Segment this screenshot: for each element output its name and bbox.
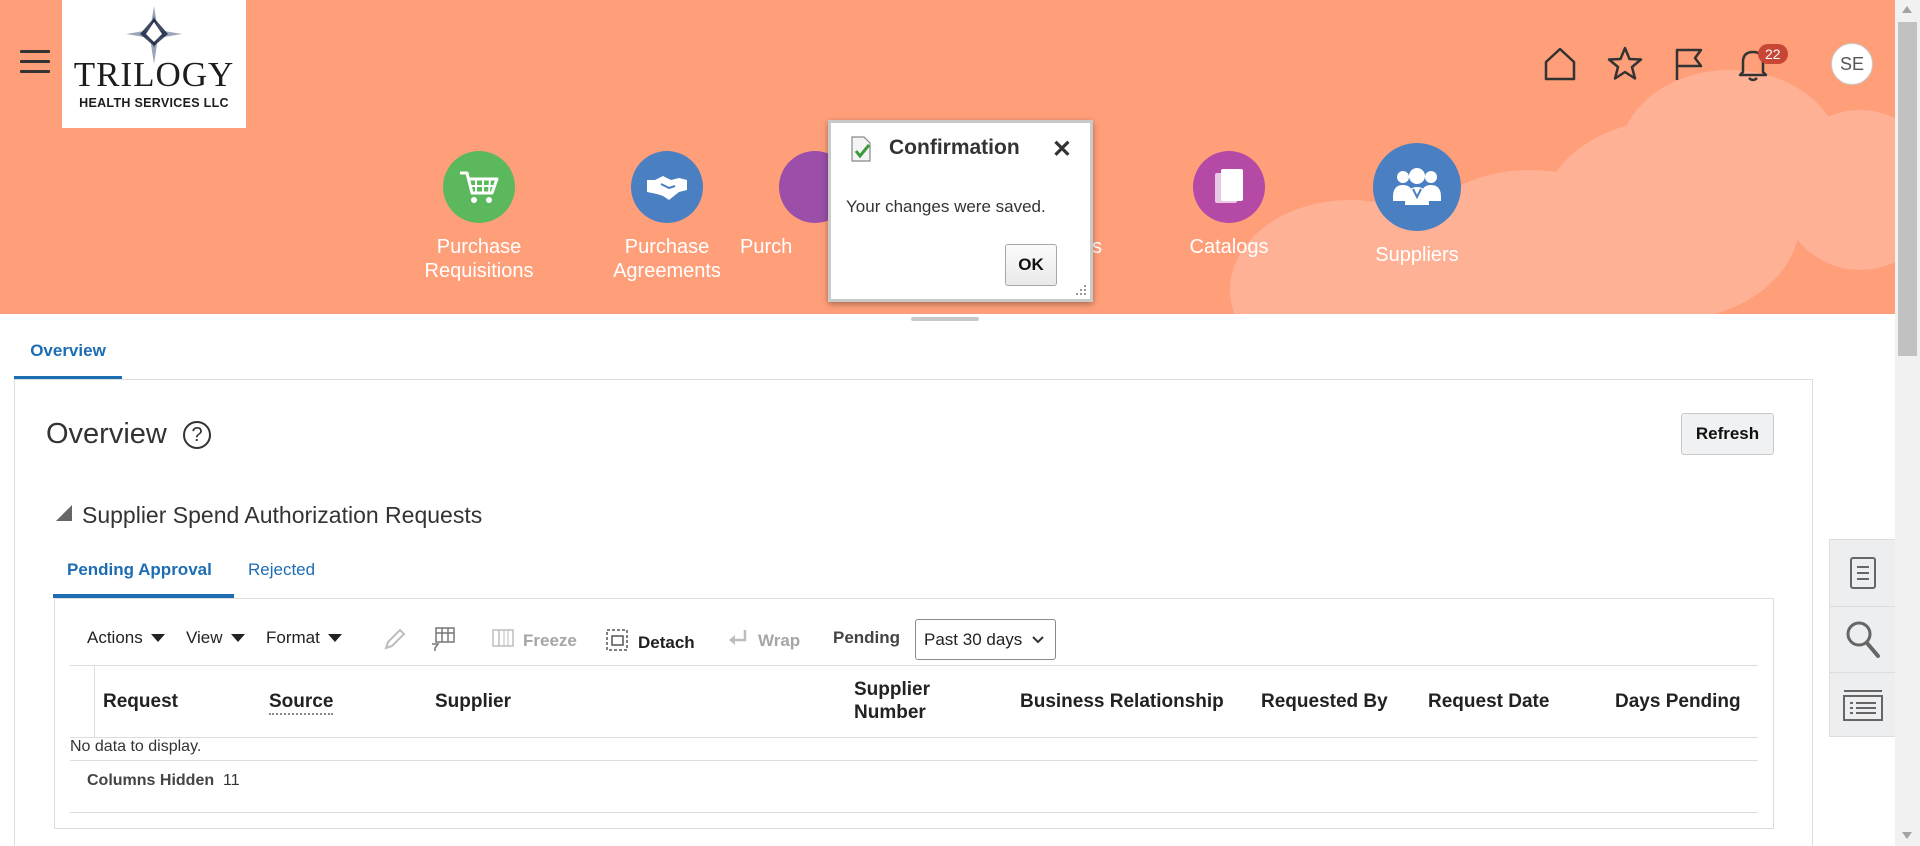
catalog-icon [1193, 151, 1265, 223]
home-icon[interactable] [1540, 44, 1580, 84]
nav-label: Purchase Requisitions [424, 236, 534, 282]
pending-filter-label: Pending [833, 628, 901, 647]
ok-button[interactable]: OK [1005, 244, 1057, 286]
column-header-supplier[interactable]: Supplier [435, 690, 511, 713]
scroll-down-icon[interactable] [1902, 832, 1912, 839]
view-label: View [186, 628, 223, 647]
nav-tile-suppliers[interactable]: Suppliers [1342, 143, 1492, 267]
side-tools-panel [1829, 539, 1896, 738]
freeze-label: Freeze [523, 630, 577, 650]
side-panel-list-button[interactable] [1830, 672, 1896, 738]
actions-label: Actions [87, 628, 143, 647]
pending-period-value: Past 30 days [924, 629, 1023, 649]
column-header-supplier-number[interactable]: Supplier Number [854, 678, 964, 724]
dropdown-triangle-icon [150, 634, 165, 642]
user-avatar[interactable]: SE [1831, 43, 1873, 85]
columns-hidden-info: Columns Hidden 11 [87, 772, 240, 790]
nav-label: Suppliers [1375, 244, 1459, 266]
panel-drag-handle[interactable] [911, 317, 979, 321]
company-logo[interactable]: TRILOGY HEALTH SERVICES LLC [62, 0, 246, 128]
dialog-message: Your changes were saved. [846, 197, 1046, 216]
page-title: Overview [46, 418, 167, 450]
table-footer-border [70, 760, 1758, 761]
format-menu[interactable]: Format [266, 628, 342, 648]
freeze-button: Freeze [492, 628, 577, 653]
table-header-top-border [70, 665, 1758, 666]
dialog-title: Confirmation [889, 136, 1020, 159]
detach-icon [605, 628, 629, 657]
table-header-bottom-border [70, 737, 1758, 738]
suppliers-icon [1373, 143, 1461, 231]
tab-overview[interactable]: Overview [14, 336, 122, 380]
column-header-business-relationship[interactable]: Business Relationship [1020, 690, 1224, 713]
dropdown-triangle-icon [230, 634, 245, 642]
side-panel-search-button[interactable] [1830, 606, 1896, 672]
search-icon [1846, 621, 1880, 658]
list-icon [1843, 690, 1883, 721]
nav-label: Catalogs [1189, 236, 1269, 258]
columns-hidden-label: Columns Hidden [87, 772, 215, 789]
nav-tile-catalogs[interactable]: Catalogs [1154, 151, 1304, 259]
help-icon[interactable]: ? [183, 421, 211, 449]
column-header-source[interactable]: Source [269, 690, 334, 715]
freeze-icon [492, 628, 514, 653]
logo-line1: TRILOGY [73, 55, 235, 94]
section-title: Supplier Spend Authorization Requests [82, 502, 483, 528]
wrap-icon [727, 628, 749, 653]
detach-button[interactable]: Detach [605, 628, 695, 657]
collapse-triangle-icon[interactable] [56, 505, 72, 521]
scroll-up-icon[interactable] [1902, 6, 1912, 13]
table-bottom-border [70, 812, 1758, 813]
nav-tile-purchase-agreements[interactable]: Purchase Agreements [592, 151, 742, 283]
resize-grip-icon[interactable] [1075, 284, 1087, 296]
query-by-example-icon[interactable] [430, 624, 458, 652]
column-header-request-date[interactable]: Request Date [1428, 690, 1549, 713]
flag-icon[interactable] [1669, 44, 1709, 84]
confirmation-icon [848, 135, 874, 168]
detach-label: Detach [638, 632, 695, 652]
dropdown-triangle-icon [327, 634, 342, 642]
column-header-request[interactable]: Request [103, 690, 178, 713]
subtab-pending-approval[interactable]: Pending Approval [67, 560, 212, 580]
notification-count-badge[interactable]: 22 [1758, 44, 1788, 64]
logo-line2: HEALTH SERVICES LLC [79, 96, 229, 110]
handshake-icon [631, 151, 703, 223]
nav-label: Purchase Agreements [613, 236, 721, 282]
row-header-divider [94, 666, 95, 738]
wrap-label: Wrap [758, 630, 801, 650]
document-icon [1850, 557, 1876, 589]
subtab-rejected[interactable]: Rejected [248, 560, 315, 580]
column-header-requested-by[interactable]: Requested By [1261, 690, 1388, 713]
format-label: Format [266, 628, 320, 647]
side-panel-document-button[interactable] [1830, 540, 1896, 606]
confirmation-dialog: Confirmation ✕ Your changes were saved. … [828, 120, 1093, 302]
shopping-cart-icon [443, 151, 515, 223]
favorites-star-icon[interactable] [1605, 44, 1645, 84]
edit-pencil-icon [382, 626, 408, 652]
no-data-message: No data to display. [70, 738, 202, 755]
nav-tile-purchase-requisitions[interactable]: Purchase Requisitions [404, 151, 554, 283]
columns-hidden-count: 11 [223, 772, 240, 789]
menu-icon[interactable] [20, 50, 50, 76]
actions-menu[interactable]: Actions [87, 628, 165, 648]
view-menu[interactable]: View [186, 628, 245, 648]
refresh-button[interactable]: Refresh [1681, 413, 1774, 455]
vertical-scrollbar[interactable] [1895, 0, 1920, 846]
close-icon[interactable]: ✕ [1052, 135, 1072, 164]
wrap-button: Wrap [727, 628, 800, 653]
column-header-days-pending[interactable]: Days Pending [1615, 690, 1741, 713]
pending-period-select[interactable]: Past 30 days [915, 619, 1056, 660]
scrollbar-thumb[interactable] [1898, 22, 1917, 356]
chevron-down-icon [1032, 636, 1044, 644]
